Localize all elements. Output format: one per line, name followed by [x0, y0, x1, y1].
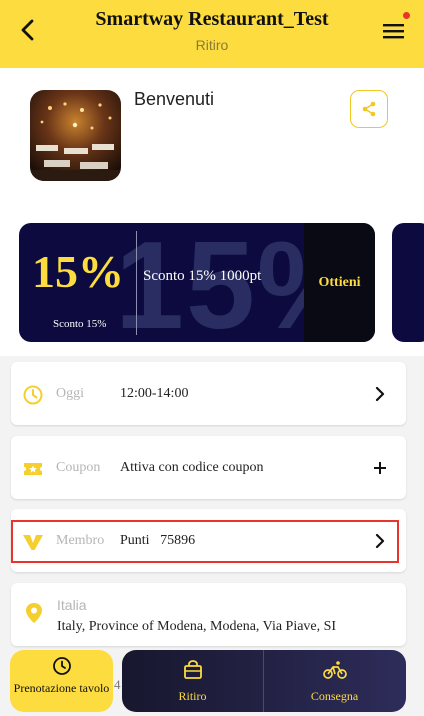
shopping-bag-icon [183, 660, 202, 679]
promo-carousel: 15% 15% Sconto 15% Sconto 15% 1000pt Ott… [0, 208, 424, 356]
coupon-row[interactable]: Coupon Attiva con codice coupon [11, 436, 406, 499]
promo-divider [136, 231, 137, 335]
address-row[interactable]: Italia Italy, Province of Modena, Modena… [11, 583, 406, 646]
promo-get-label: Ottieni [318, 274, 361, 290]
address-city: Italia [57, 597, 87, 613]
table-reservation-label: Prenotazione tavolo [13, 681, 110, 695]
row-label: Oggi [56, 386, 84, 401]
tab-pickup-label: Ritiro [178, 689, 207, 703]
share-button[interactable] [350, 90, 388, 128]
hidden-row-peek: 4 [114, 677, 121, 692]
restaurant-photo [30, 90, 121, 181]
promo-card[interactable]: 15% 15% Sconto 15% Sconto 15% 1000pt Ott… [19, 223, 375, 342]
table-reservation-button[interactable]: Prenotazione tavolo [10, 650, 113, 712]
promo-description: Sconto 15% 1000pt [143, 268, 262, 284]
chevron-right-icon [375, 533, 385, 549]
row-label: Membro [56, 533, 105, 548]
header-bar: Smartway Restaurant_Test Ritiro [0, 0, 424, 68]
promo-discount-label: Sconto 15% [53, 318, 107, 330]
location-pin-icon [26, 603, 42, 623]
clock-icon [52, 657, 71, 675]
page-subtitle: Ritiro [195, 37, 229, 53]
promo-card-next[interactable] [392, 223, 424, 342]
plus-icon [374, 462, 386, 474]
page-title: Smartway Restaurant_Test [95, 8, 329, 30]
row-label: Coupon [56, 460, 101, 475]
row-value: 12:00-14:00 [120, 386, 189, 401]
row-value: Attiva con codice coupon [120, 460, 264, 475]
notification-dot [403, 12, 410, 19]
member-points-row[interactable]: Membro Punti 75896 [11, 509, 406, 572]
order-mode-tabs: Ritiro Consegna [122, 650, 406, 712]
bicycle-icon [322, 661, 347, 679]
row-value: Punti 75896 [120, 533, 196, 548]
chevron-right-icon [375, 386, 385, 402]
promo-discount: 15% [32, 246, 124, 297]
tab-delivery-label: Consegna [310, 689, 359, 703]
pickup-time-row[interactable]: Oggi 12:00-14:00 [11, 362, 406, 425]
back-arrow-icon[interactable] [14, 16, 42, 44]
clock-icon [23, 385, 43, 405]
share-icon [362, 101, 376, 117]
member-v-icon [23, 535, 43, 550]
welcome-text: Benvenuti [134, 89, 215, 109]
address-line: Italy, Province of Modena, Modena, Via P… [57, 619, 337, 634]
ticket-icon [24, 463, 42, 475]
hamburger-menu-icon[interactable] [382, 20, 406, 42]
tab-pickup[interactable]: Ritiro [122, 650, 263, 712]
restaurant-profile: Benvenuti [0, 68, 424, 208]
promo-get-button[interactable]: Ottieni [304, 223, 375, 342]
tab-delivery[interactable]: Consegna [264, 650, 405, 712]
